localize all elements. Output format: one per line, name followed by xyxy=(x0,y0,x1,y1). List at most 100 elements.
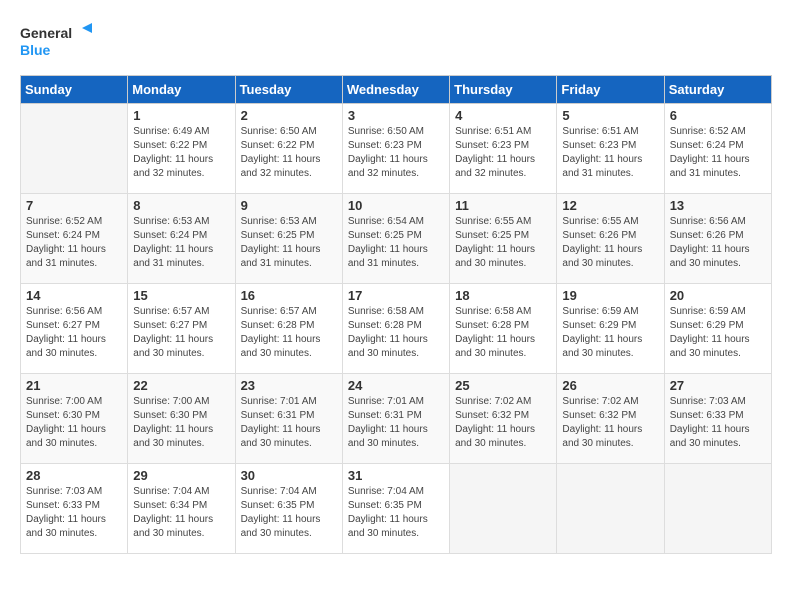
day-number: 9 xyxy=(241,198,337,213)
week-row-3: 21 Sunrise: 7:00 AM Sunset: 6:30 PM Dayli… xyxy=(21,374,772,464)
calendar-cell: 11 Sunrise: 6:55 AM Sunset: 6:25 PM Dayli… xyxy=(450,194,557,284)
day-number: 2 xyxy=(241,108,337,123)
calendar-cell: 6 Sunrise: 6:52 AM Sunset: 6:24 PM Daylig… xyxy=(664,104,771,194)
day-number: 6 xyxy=(670,108,766,123)
calendar-cell: 24 Sunrise: 7:01 AM Sunset: 6:31 PM Dayli… xyxy=(342,374,449,464)
day-number: 21 xyxy=(26,378,122,393)
day-number: 14 xyxy=(26,288,122,303)
calendar-cell xyxy=(557,464,664,554)
week-row-4: 28 Sunrise: 7:03 AM Sunset: 6:33 PM Dayli… xyxy=(21,464,772,554)
day-number: 29 xyxy=(133,468,229,483)
day-number: 8 xyxy=(133,198,229,213)
calendar-cell: 3 Sunrise: 6:50 AM Sunset: 6:23 PM Daylig… xyxy=(342,104,449,194)
day-number: 12 xyxy=(562,198,658,213)
day-number: 30 xyxy=(241,468,337,483)
header-wednesday: Wednesday xyxy=(342,76,449,104)
cell-info: Sunrise: 7:04 AM Sunset: 6:35 PM Dayligh… xyxy=(241,485,337,541)
cell-info: Sunrise: 6:50 AM Sunset: 6:22 PM Dayligh… xyxy=(241,125,337,181)
cell-info: Sunrise: 6:58 AM Sunset: 6:28 PM Dayligh… xyxy=(455,305,551,361)
calendar-cell: 31Sunrise: 7:04 AM Sunset: 6:35 PM Dayli… xyxy=(342,464,449,554)
cell-info: Sunrise: 6:55 AM Sunset: 6:26 PM Dayligh… xyxy=(562,215,658,271)
svg-text:Blue: Blue xyxy=(20,42,51,58)
day-number: 10 xyxy=(348,198,444,213)
cell-info: Sunrise: 6:53 AM Sunset: 6:25 PM Dayligh… xyxy=(241,215,337,271)
calendar-cell: 25 Sunrise: 7:02 AM Sunset: 6:32 PM Dayli… xyxy=(450,374,557,464)
calendar-cell: 16Sunrise: 6:57 AM Sunset: 6:28 PM Dayli… xyxy=(235,284,342,374)
day-number: 1 xyxy=(133,108,229,123)
day-number: 18 xyxy=(455,288,551,303)
calendar-cell: 21 Sunrise: 7:00 AM Sunset: 6:30 PM Dayli… xyxy=(21,374,128,464)
calendar-cell: 8 Sunrise: 6:53 AM Sunset: 6:24 PM Daylig… xyxy=(128,194,235,284)
calendar-cell xyxy=(450,464,557,554)
cell-info: Sunrise: 6:52 AM Sunset: 6:24 PM Dayligh… xyxy=(670,125,766,181)
calendar-cell: 2 Sunrise: 6:50 AM Sunset: 6:22 PM Daylig… xyxy=(235,104,342,194)
header-tuesday: Tuesday xyxy=(235,76,342,104)
week-row-1: 7Sunrise: 6:52 AM Sunset: 6:24 PM Daylig… xyxy=(21,194,772,284)
calendar-table: SundayMondayTuesdayWednesdayThursdayFrid… xyxy=(20,75,772,554)
calendar-cell: 5 Sunrise: 6:51 AM Sunset: 6:23 PM Daylig… xyxy=(557,104,664,194)
cell-info: Sunrise: 7:01 AM Sunset: 6:31 PM Dayligh… xyxy=(348,395,444,451)
day-number: 28 xyxy=(26,468,122,483)
cell-info: Sunrise: 7:02 AM Sunset: 6:32 PM Dayligh… xyxy=(562,395,658,451)
day-number: 25 xyxy=(455,378,551,393)
day-number: 3 xyxy=(348,108,444,123)
calendar-cell: 1 Sunrise: 6:49 AM Sunset: 6:22 PM Daylig… xyxy=(128,104,235,194)
header-friday: Friday xyxy=(557,76,664,104)
calendar-cell: 28 Sunrise: 7:03 AM Sunset: 6:33 PM Dayli… xyxy=(21,464,128,554)
day-number: 4 xyxy=(455,108,551,123)
day-number: 24 xyxy=(348,378,444,393)
cell-info: Sunrise: 6:52 AM Sunset: 6:24 PM Dayligh… xyxy=(26,215,122,271)
header-thursday: Thursday xyxy=(450,76,557,104)
calendar-cell: 15 Sunrise: 6:57 AM Sunset: 6:27 PM Dayli… xyxy=(128,284,235,374)
cell-info: Sunrise: 6:54 AM Sunset: 6:25 PM Dayligh… xyxy=(348,215,444,271)
day-number: 23 xyxy=(241,378,337,393)
header-monday: Monday xyxy=(128,76,235,104)
calendar-cell: 30 Sunrise: 7:04 AM Sunset: 6:35 PM Dayli… xyxy=(235,464,342,554)
cell-info: Sunrise: 7:03 AM Sunset: 6:33 PM Dayligh… xyxy=(26,485,122,541)
cell-info: Sunrise: 6:58 AM Sunset: 6:28 PM Dayligh… xyxy=(348,305,444,361)
cell-info: Sunrise: 6:50 AM Sunset: 6:23 PM Dayligh… xyxy=(348,125,444,181)
calendar-cell: 29 Sunrise: 7:04 AM Sunset: 6:34 PM Dayli… xyxy=(128,464,235,554)
cell-info: Sunrise: 6:49 AM Sunset: 6:22 PM Dayligh… xyxy=(133,125,229,181)
day-number: 31 xyxy=(348,468,444,483)
calendar-cell: 19Sunrise: 6:59 AM Sunset: 6:29 PM Dayli… xyxy=(557,284,664,374)
cell-info: Sunrise: 7:00 AM Sunset: 6:30 PM Dayligh… xyxy=(133,395,229,451)
calendar-cell: 14 Sunrise: 6:56 AM Sunset: 6:27 PM Dayli… xyxy=(21,284,128,374)
day-number: 13 xyxy=(670,198,766,213)
calendar-cell: 12 Sunrise: 6:55 AM Sunset: 6:26 PM Dayli… xyxy=(557,194,664,284)
cell-info: Sunrise: 6:55 AM Sunset: 6:25 PM Dayligh… xyxy=(455,215,551,271)
cell-info: Sunrise: 6:56 AM Sunset: 6:27 PM Dayligh… xyxy=(26,305,122,361)
calendar-cell: 27 Sunrise: 7:03 AM Sunset: 6:33 PM Dayli… xyxy=(664,374,771,464)
calendar-cell: 4Sunrise: 6:51 AM Sunset: 6:23 PM Daylig… xyxy=(450,104,557,194)
calendar-cell: 18 Sunrise: 6:58 AM Sunset: 6:28 PM Dayli… xyxy=(450,284,557,374)
day-number: 26 xyxy=(562,378,658,393)
day-number: 17 xyxy=(348,288,444,303)
header-sunday: Sunday xyxy=(21,76,128,104)
cell-info: Sunrise: 6:51 AM Sunset: 6:23 PM Dayligh… xyxy=(562,125,658,181)
cell-info: Sunrise: 6:59 AM Sunset: 6:29 PM Dayligh… xyxy=(670,305,766,361)
header-saturday: Saturday xyxy=(664,76,771,104)
cell-info: Sunrise: 7:00 AM Sunset: 6:30 PM Dayligh… xyxy=(26,395,122,451)
day-number: 5 xyxy=(562,108,658,123)
calendar-cell: 22 Sunrise: 7:00 AM Sunset: 6:30 PM Dayli… xyxy=(128,374,235,464)
calendar-cell: 26 Sunrise: 7:02 AM Sunset: 6:32 PM Dayli… xyxy=(557,374,664,464)
logo: General Blue xyxy=(20,20,100,65)
calendar-cell: 9 Sunrise: 6:53 AM Sunset: 6:25 PM Daylig… xyxy=(235,194,342,284)
cell-info: Sunrise: 7:03 AM Sunset: 6:33 PM Dayligh… xyxy=(670,395,766,451)
cell-info: Sunrise: 7:02 AM Sunset: 6:32 PM Dayligh… xyxy=(455,395,551,451)
cell-info: Sunrise: 7:04 AM Sunset: 6:34 PM Dayligh… xyxy=(133,485,229,541)
calendar-cell xyxy=(664,464,771,554)
calendar-cell: 23Sunrise: 7:01 AM Sunset: 6:31 PM Dayli… xyxy=(235,374,342,464)
logo-svg: General Blue xyxy=(20,20,100,65)
calendar-cell xyxy=(21,104,128,194)
calendar-cell: 10 Sunrise: 6:54 AM Sunset: 6:25 PM Dayli… xyxy=(342,194,449,284)
day-number: 22 xyxy=(133,378,229,393)
day-number: 11 xyxy=(455,198,551,213)
calendar-header-row: SundayMondayTuesdayWednesdayThursdayFrid… xyxy=(21,76,772,104)
day-number: 27 xyxy=(670,378,766,393)
cell-info: Sunrise: 6:53 AM Sunset: 6:24 PM Dayligh… xyxy=(133,215,229,271)
cell-info: Sunrise: 6:57 AM Sunset: 6:27 PM Dayligh… xyxy=(133,305,229,361)
day-number: 15 xyxy=(133,288,229,303)
calendar-cell: 17 Sunrise: 6:58 AM Sunset: 6:28 PM Dayli… xyxy=(342,284,449,374)
cell-info: Sunrise: 6:57 AM Sunset: 6:28 PM Dayligh… xyxy=(241,305,337,361)
